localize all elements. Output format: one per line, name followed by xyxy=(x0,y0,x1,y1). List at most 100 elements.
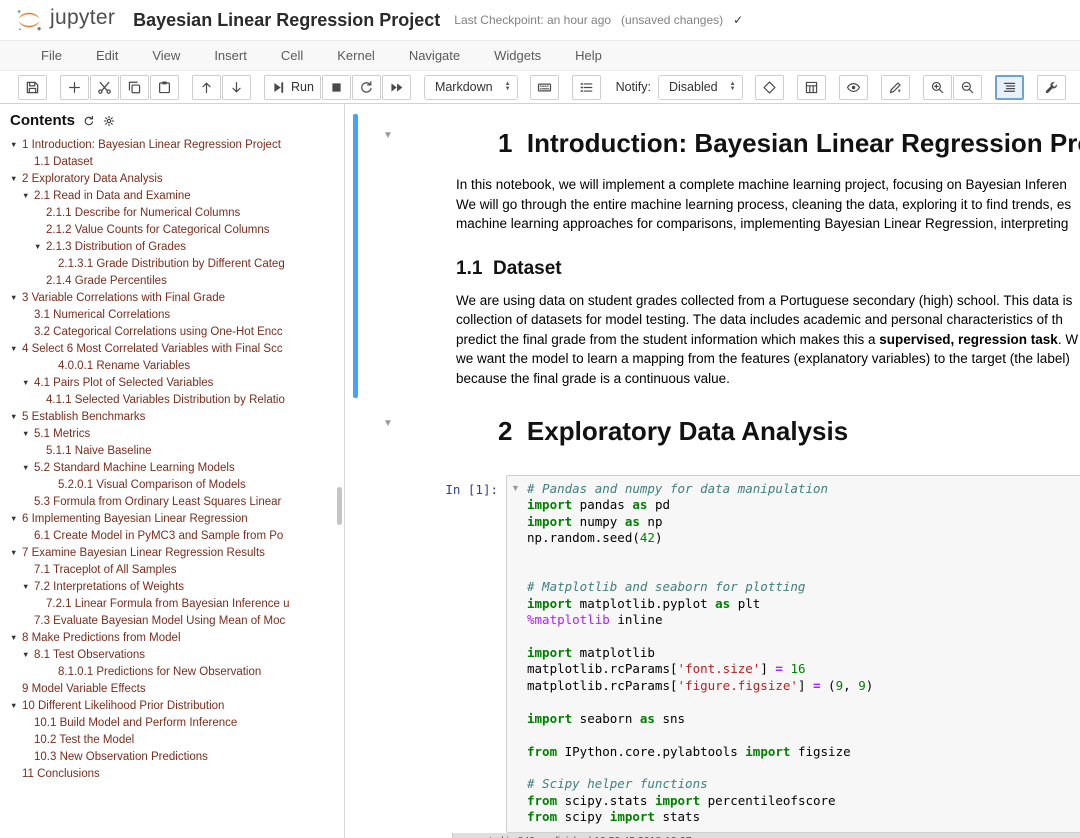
toc-collapse-arrow-icon[interactable]: ▼ xyxy=(10,170,22,187)
code-editor[interactable]: ▼# Pandas and numpy for data manipulatio… xyxy=(506,475,1080,833)
cell-toolbar-button[interactable] xyxy=(572,75,601,100)
toc-link[interactable]: 8 Make Predictions from Model xyxy=(22,632,181,644)
toc-link[interactable]: 5.2 Standard Machine Learning Models xyxy=(34,462,235,474)
paste-cells-button[interactable] xyxy=(150,75,179,100)
toc-item[interactable]: ▼8 Make Predictions from Model xyxy=(0,629,344,646)
toc-collapse-arrow-icon[interactable]: ▼ xyxy=(10,340,22,357)
toc-item[interactable]: 11 Conclusions xyxy=(0,765,344,782)
toc-link[interactable]: 3.2 Categorical Correlations using One-H… xyxy=(34,326,283,338)
toc-item[interactable]: 2.1.3.1 Grade Distribution by Different … xyxy=(0,255,344,272)
table-of-contents-button[interactable] xyxy=(995,75,1024,100)
cell-type-select[interactable]: Markdown▲▼ xyxy=(424,75,518,100)
toc-item[interactable]: ▼5 Establish Benchmarks xyxy=(0,408,344,425)
toc-item[interactable]: 7.2.1 Linear Formula from Bayesian Infer… xyxy=(0,595,344,612)
toc-item[interactable]: ▼5.2 Standard Machine Learning Models xyxy=(0,459,344,476)
toc-link[interactable]: 5.1 Metrics xyxy=(34,428,90,440)
toc-collapse-arrow-icon[interactable]: ▼ xyxy=(10,544,22,561)
command-palette-button[interactable] xyxy=(530,75,559,100)
toc-item[interactable]: 3.2 Categorical Correlations using One-H… xyxy=(0,323,344,340)
toc-link[interactable]: 7 Examine Bayesian Linear Regression Res… xyxy=(22,547,265,559)
toc-collapse-arrow-icon[interactable]: ▼ xyxy=(22,459,34,476)
cell-collapse-arrow-icon[interactable]: ▼ xyxy=(383,130,393,141)
toc-item[interactable]: ▼4 Select 6 Most Correlated Variables wi… xyxy=(0,340,344,357)
toc-item[interactable]: 5.1.1 Naive Baseline xyxy=(0,442,344,459)
toc-link[interactable]: 5.1.1 Naive Baseline xyxy=(46,445,151,457)
code-fold-arrow-icon[interactable]: ▼ xyxy=(511,483,520,493)
toc-link[interactable]: 8.1 Test Observations xyxy=(34,649,145,661)
toc-item[interactable]: 2.1.4 Grade Percentiles xyxy=(0,272,344,289)
toc-link[interactable]: 1 Introduction: Bayesian Linear Regressi… xyxy=(22,139,281,151)
toc-item[interactable]: 5.2.0.1 Visual Comparison of Models xyxy=(0,476,344,493)
toc-link[interactable]: 2.1.3 Distribution of Grades xyxy=(46,241,186,253)
toc-item[interactable]: 7.1 Traceplot of All Samples xyxy=(0,561,344,578)
restart-kernel-button[interactable] xyxy=(352,75,381,100)
toc-link[interactable]: 3 Variable Correlations with Final Grade xyxy=(22,292,225,304)
toc-collapse-arrow-icon[interactable]: ▼ xyxy=(22,646,34,663)
toc-item[interactable]: 4.1.1 Selected Variables Distribution by… xyxy=(0,391,344,408)
menu-view[interactable]: View xyxy=(135,48,197,63)
toc-item[interactable]: 2.1.1 Describe for Numerical Columns xyxy=(0,204,344,221)
toc-link[interactable]: 7.2 Interpretations of Weights xyxy=(34,581,184,593)
zoom-in-button[interactable] xyxy=(923,75,952,100)
refresh-icon[interactable] xyxy=(83,115,95,127)
toc-collapse-arrow-icon[interactable]: ▼ xyxy=(22,374,34,391)
toc-collapse-arrow-icon[interactable]: ▼ xyxy=(10,629,22,646)
toc-collapse-arrow-icon[interactable]: ▼ xyxy=(34,238,46,255)
toc-item[interactable]: 10.2 Test the Model xyxy=(0,731,344,748)
sidebar-scrollbar-thumb[interactable] xyxy=(337,487,342,525)
toc-link[interactable]: 5.2.0.1 Visual Comparison of Models xyxy=(58,479,246,491)
toc-link[interactable]: 2.1.4 Grade Percentiles xyxy=(46,275,167,287)
notify-select[interactable]: Disabled▲▼ xyxy=(658,75,743,100)
toc-link[interactable]: 4.0.0.1 Rename Variables xyxy=(58,360,190,372)
toc-item[interactable]: 3.1 Numerical Correlations xyxy=(0,306,344,323)
toc-collapse-arrow-icon[interactable]: ▼ xyxy=(22,578,34,595)
toc-item[interactable]: 4.0.0.1 Rename Variables xyxy=(0,357,344,374)
toc-link[interactable]: 8.1.0.1 Predictions for New Observation xyxy=(58,666,261,678)
toc-link[interactable]: 9 Model Variable Effects xyxy=(22,683,146,695)
toc-collapse-arrow-icon[interactable]: ▼ xyxy=(10,408,22,425)
move-cells-down-button[interactable] xyxy=(222,75,251,100)
toc-item[interactable]: ▼5.1 Metrics xyxy=(0,425,344,442)
toc-link[interactable]: 5.3 Formula from Ordinary Least Squares … xyxy=(34,496,281,508)
menu-file[interactable]: File xyxy=(24,48,79,63)
toc-item[interactable]: 2.1.2 Value Counts for Categorical Colum… xyxy=(0,221,344,238)
toc-link[interactable]: 7.2.1 Linear Formula from Bayesian Infer… xyxy=(46,598,290,610)
copy-cells-button[interactable] xyxy=(120,75,149,100)
toc-collapse-arrow-icon[interactable]: ▼ xyxy=(10,510,22,527)
insert-cell-below-button[interactable] xyxy=(60,75,89,100)
toc-link[interactable]: 2.1.3.1 Grade Distribution by Different … xyxy=(58,258,285,270)
toc-item[interactable]: 1.1 Dataset xyxy=(0,153,344,170)
toc-link[interactable]: 10 Different Likelihood Prior Distributi… xyxy=(22,700,224,712)
toc-collapse-arrow-icon[interactable]: ▼ xyxy=(22,425,34,442)
interrupt-kernel-button[interactable] xyxy=(322,75,351,100)
toc-link[interactable]: 2.1.2 Value Counts for Categorical Colum… xyxy=(46,224,270,236)
toc-item[interactable]: ▼2.1.3 Distribution of Grades xyxy=(0,238,344,255)
toc-item[interactable]: ▼6 Implementing Bayesian Linear Regressi… xyxy=(0,510,344,527)
markdown-cell[interactable]: ▼2 Exploratory Data Analysis xyxy=(346,400,1080,469)
toc-link[interactable]: 6 Implementing Bayesian Linear Regressio… xyxy=(22,513,248,525)
toc-item[interactable]: 8.1.0.1 Predictions for New Observation xyxy=(0,663,344,680)
brush-button[interactable] xyxy=(881,75,910,100)
notebook-title[interactable]: Bayesian Linear Regression Project xyxy=(133,10,440,31)
calculator-button[interactable] xyxy=(797,75,826,100)
toc-link[interactable]: 7.3 Evaluate Bayesian Model Using Mean o… xyxy=(34,615,285,627)
markdown-cell[interactable]: ▼1 Introduction: Bayesian Linear Regress… xyxy=(346,112,1080,400)
menu-cell[interactable]: Cell xyxy=(264,48,320,63)
toc-link[interactable]: 10.2 Test the Model xyxy=(34,734,134,746)
save-notebook-button[interactable] xyxy=(18,75,47,100)
toc-link[interactable]: 2.1 Read in Data and Examine xyxy=(34,190,191,202)
toc-link[interactable]: 4.1 Pairs Plot of Selected Variables xyxy=(34,377,213,389)
toc-item[interactable]: 10.1 Build Model and Perform Inference xyxy=(0,714,344,731)
toc-link[interactable]: 10.1 Build Model and Perform Inference xyxy=(34,717,237,729)
nbextensions-settings-button[interactable] xyxy=(1037,75,1066,100)
menu-widgets[interactable]: Widgets xyxy=(477,48,558,63)
run-cell-button[interactable]: Run xyxy=(264,75,321,100)
toc-link[interactable]: 5 Establish Benchmarks xyxy=(22,411,145,423)
menu-kernel[interactable]: Kernel xyxy=(320,48,392,63)
eye-button[interactable] xyxy=(839,75,868,100)
toc-link[interactable]: 2.1.1 Describe for Numerical Columns xyxy=(46,207,240,219)
toc-item[interactable]: 10.3 New Observation Predictions xyxy=(0,748,344,765)
toc-item[interactable]: 5.3 Formula from Ordinary Least Squares … xyxy=(0,493,344,510)
toc-item[interactable]: ▼2 Exploratory Data Analysis xyxy=(0,170,344,187)
toc-item[interactable]: 9 Model Variable Effects xyxy=(0,680,344,697)
